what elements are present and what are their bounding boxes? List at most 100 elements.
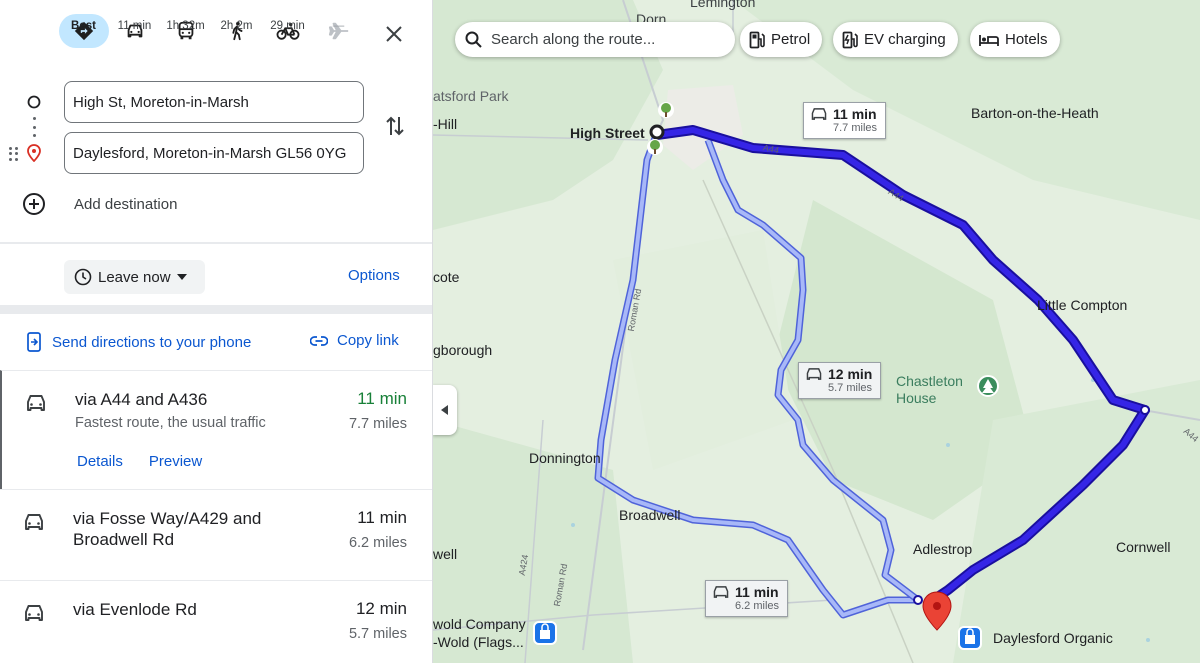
place-label: cote	[433, 269, 460, 285]
place-label: well	[433, 546, 458, 562]
add-destination-label: Add destination	[74, 195, 178, 213]
chip-hotels[interactable]: Hotels	[970, 22, 1060, 57]
search-along-route-input[interactable]: Search along the route...	[455, 22, 735, 57]
route-distance: 5.7 miles	[348, 626, 407, 642]
swap-waypoints-button[interactable]	[382, 112, 408, 140]
mode-best[interactable]: Best	[58, 14, 109, 48]
search-icon	[465, 31, 482, 48]
route-option-2[interactable]: via Fosse Way/A429 and Broadwell Rd 11 m…	[0, 489, 432, 580]
callout-distance: 5.7 miles	[828, 382, 873, 394]
routes-layer	[533, 102, 1150, 650]
route-option-3[interactable]: via Evenlode Rd 12 min 5.7 miles	[0, 580, 432, 663]
close-button[interactable]	[380, 20, 408, 48]
route-distance: 7.7 miles	[348, 416, 407, 432]
route-via: via A44 and A436	[75, 390, 208, 409]
mode-label: Best	[71, 20, 96, 32]
swap-icon	[386, 116, 404, 136]
origin-marker	[649, 124, 665, 140]
place-label: High Street	[570, 125, 645, 141]
petrol-pump-icon	[749, 31, 765, 48]
car-icon	[27, 395, 45, 411]
route-option-1[interactable]: via A44 and A436 Fastest route, the usua…	[0, 370, 432, 489]
map-canvas[interactable]: A44 A44 Roman Rd A424 Roman Rd A44 Lemin…	[433, 0, 1200, 663]
poi-label-chastleton[interactable]: Chastleton House	[896, 373, 976, 407]
callout-time: 12 min	[828, 366, 873, 382]
route-callout-1[interactable]: 11 min 7.7 miles	[803, 102, 887, 139]
mode-label: 2h 2m	[220, 20, 253, 32]
section-divider	[0, 305, 432, 314]
options-button[interactable]: Options	[348, 267, 400, 284]
add-circle-icon	[23, 193, 45, 215]
preview-link[interactable]: Preview	[149, 453, 202, 470]
chip-ev-charging[interactable]: EV charging	[833, 22, 958, 57]
mode-transit[interactable]: 1h 32m	[160, 14, 211, 48]
chip-petrol[interactable]: Petrol	[740, 22, 823, 57]
origin-value: High St, Moreton-in-Marsh	[73, 93, 249, 111]
mode-label: 11 min	[117, 20, 152, 32]
place-label: Lemington	[690, 0, 756, 10]
mode-cycle[interactable]: 29 min	[262, 14, 313, 48]
chip-label: Hotels	[1005, 31, 1048, 48]
place-label: Broadwell	[619, 507, 681, 523]
callout-distance: 7.7 miles	[833, 122, 878, 134]
directions-panel: Best 11 min 1h 32m 2h 2m 29 min — High S…	[0, 0, 433, 663]
poi-label-daylesford[interactable]: Daylesford Organic	[993, 630, 1113, 646]
origin-circle-icon	[24, 92, 44, 112]
destination-input[interactable]: Daylesford, Moreton-in-Marsh GL56 0YG	[64, 132, 364, 174]
dropdown-arrow-icon	[176, 274, 187, 280]
car-icon	[811, 108, 827, 120]
callout-distance: 6.2 miles	[735, 600, 780, 612]
route-distance: 6.2 miles	[348, 535, 407, 551]
search-placeholder: Search along the route...	[491, 31, 656, 48]
close-icon	[386, 26, 402, 42]
details-link[interactable]: Details	[77, 453, 123, 470]
place-label: Adlestrop	[913, 541, 973, 557]
car-icon	[25, 605, 43, 621]
mode-drive[interactable]: 11 min	[109, 14, 160, 48]
place-label: Cornwell	[1116, 539, 1171, 555]
send-to-phone-icon	[27, 332, 41, 352]
place-label: gborough	[433, 342, 493, 358]
place-label: -Wold (Flags...	[433, 634, 524, 650]
place-label: wold Company	[433, 616, 526, 632]
mode-walk[interactable]: 2h 2m	[211, 14, 262, 48]
bed-icon	[979, 34, 999, 46]
ev-charging-icon	[842, 31, 858, 48]
chip-label: Petrol	[771, 31, 811, 48]
car-icon	[713, 586, 729, 598]
chevron-left-icon	[441, 405, 448, 415]
send-to-phone-label: Send directions to your phone	[52, 333, 252, 351]
route-callout-2[interactable]: 12 min 5.7 miles	[798, 362, 882, 399]
place-label: Little Compton	[1037, 297, 1128, 313]
divider	[0, 242, 432, 244]
route-callout-3[interactable]: 11 min 6.2 miles	[705, 580, 789, 617]
route-time: 11 min	[357, 508, 407, 527]
leave-now-label: Leave now	[98, 268, 171, 286]
add-destination-button[interactable]: Add destination	[22, 192, 177, 216]
mode-label: 1h 32m	[166, 20, 205, 32]
collapse-panel-button[interactable]	[433, 385, 457, 435]
destination-pin	[922, 591, 952, 631]
mode-label: 29 min	[270, 20, 305, 32]
send-to-phone-link[interactable]: Send directions to your phone	[26, 332, 251, 352]
travel-mode-bar: Best 11 min 1h 32m 2h 2m 29 min —	[58, 14, 364, 48]
copy-link-label: Copy link	[337, 332, 399, 349]
callout-time: 11 min	[735, 584, 779, 600]
route-description: Fastest route, the usual traffic	[75, 415, 266, 431]
mode-flight[interactable]: —	[313, 14, 364, 48]
destination-pin-icon	[24, 143, 44, 163]
car-icon	[25, 514, 43, 530]
route-time: 11 min	[357, 389, 407, 408]
drag-handle-icon[interactable]	[9, 147, 19, 161]
place-label: atsford Park	[433, 88, 509, 104]
leave-now-dropdown[interactable]: Leave now	[64, 260, 205, 294]
destination-value: Daylesford, Moreton-in-Marsh GL56 0YG	[73, 144, 347, 162]
copy-link-button[interactable]: Copy link	[310, 332, 399, 349]
chip-label: EV charging	[864, 31, 946, 48]
place-label: Barton-on-the-Heath	[971, 105, 1099, 121]
place-label: -Hill	[433, 116, 458, 132]
waypoint-connector-dots	[32, 117, 36, 137]
car-icon	[806, 368, 822, 380]
callout-time: 11 min	[833, 106, 877, 122]
origin-input[interactable]: High St, Moreton-in-Marsh	[64, 81, 364, 123]
